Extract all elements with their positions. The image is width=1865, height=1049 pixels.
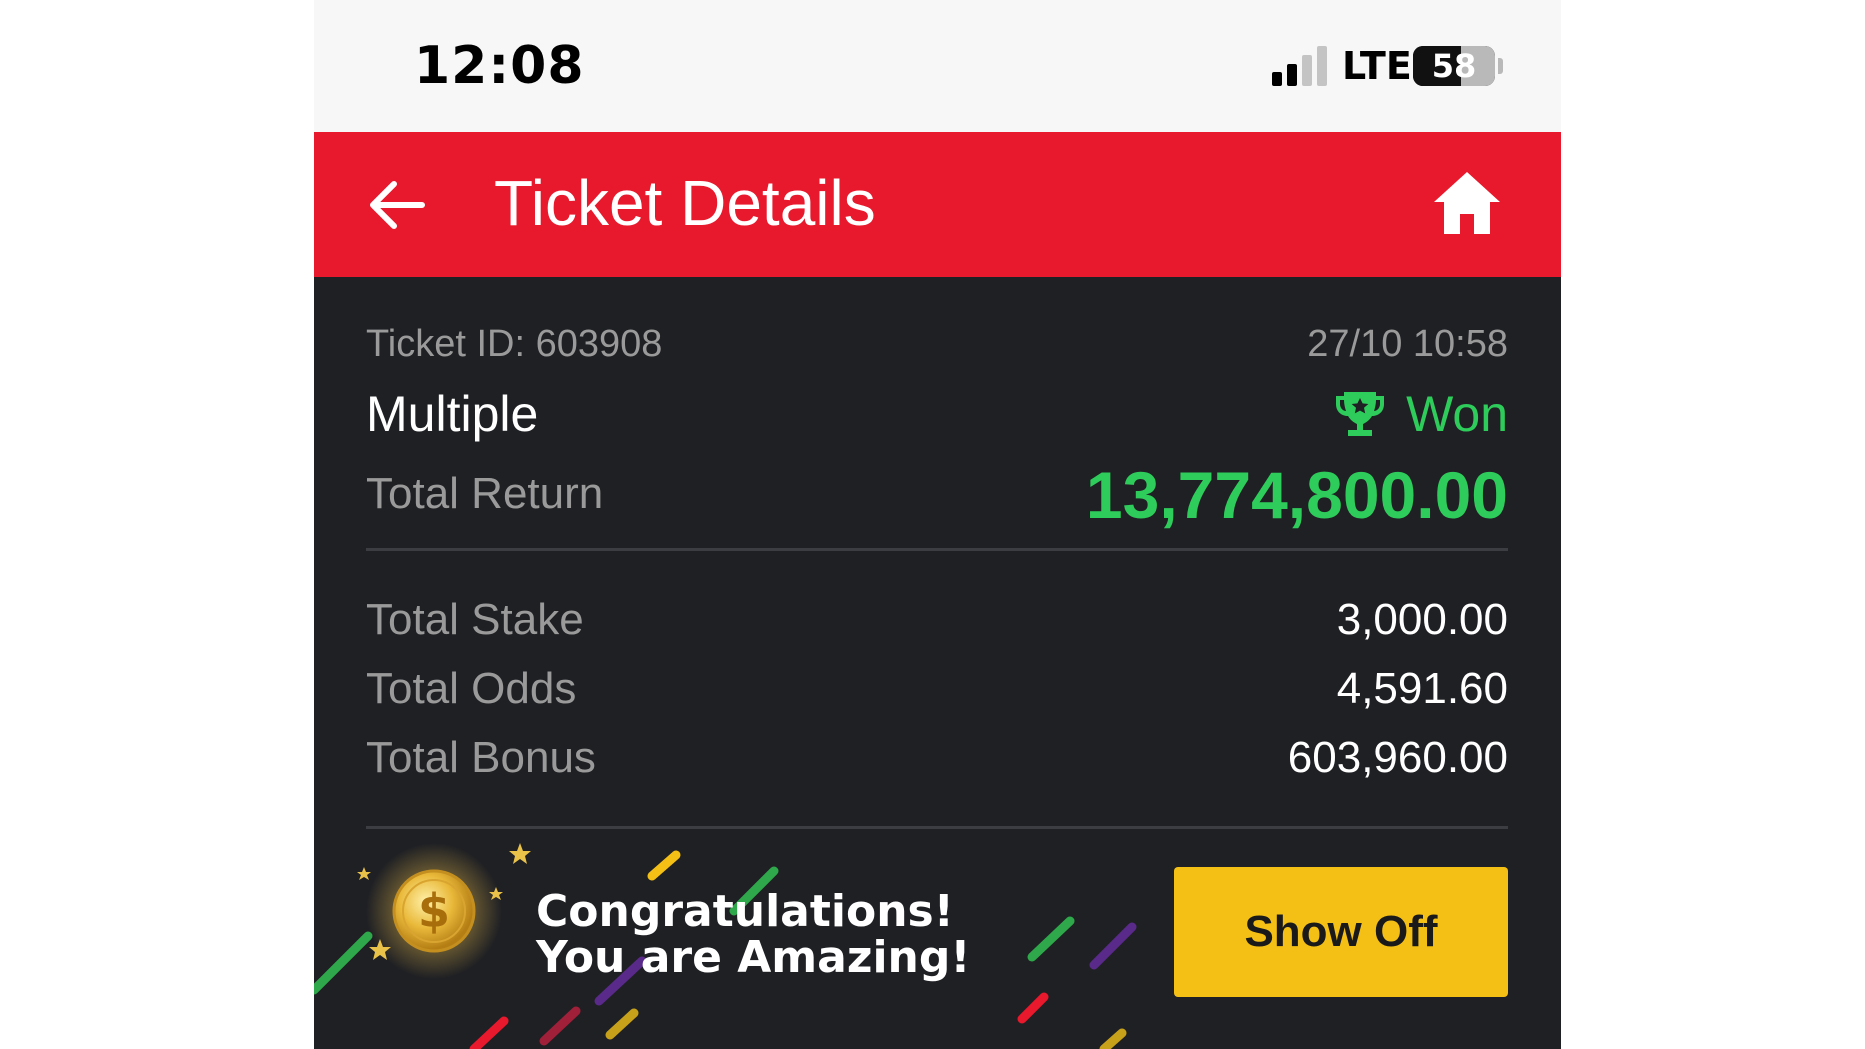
home-icon[interactable] bbox=[1432, 170, 1502, 236]
total-odds-row: Total Odds 4,591.60 bbox=[366, 664, 1508, 720]
ticket-summary: Ticket ID: 603908 27/10 10:58 Multiple W… bbox=[314, 277, 1561, 1049]
total-stake-value: 3,000.00 bbox=[1336, 595, 1508, 644]
congrats-line-2: You are Amazing! bbox=[536, 932, 971, 983]
page-title: Ticket Details bbox=[494, 167, 876, 239]
status-badge: Won bbox=[1334, 385, 1508, 443]
ticket-id: Ticket ID: 603908 bbox=[366, 323, 663, 365]
cellular-signal-icon bbox=[1272, 46, 1327, 86]
ticket-datetime: 27/10 10:58 bbox=[1307, 323, 1508, 365]
total-stake-label: Total Stake bbox=[366, 595, 584, 644]
app-header: Ticket Details bbox=[314, 132, 1561, 277]
show-off-button[interactable]: Show Off bbox=[1174, 867, 1508, 997]
status-text: Won bbox=[1406, 386, 1508, 442]
arrow-left-icon[interactable] bbox=[364, 172, 430, 238]
total-bonus-row: Total Bonus 603,960.00 bbox=[366, 733, 1508, 789]
status-time: 12:08 bbox=[414, 36, 585, 96]
total-bonus-label: Total Bonus bbox=[366, 733, 596, 782]
battery-percentage: 58 bbox=[1431, 47, 1477, 85]
bet-type: Multiple bbox=[366, 386, 539, 442]
total-return-value: 13,774,800.00 bbox=[1085, 458, 1508, 532]
phone-screen: 12:08 LTE 58 Ticket Details Ticket ID: 6… bbox=[314, 0, 1561, 1049]
network-type: LTE bbox=[1342, 44, 1412, 88]
total-bonus-value: 603,960.00 bbox=[1287, 733, 1508, 782]
total-return-label: Total Return bbox=[366, 469, 604, 518]
total-stake-row: Total Stake 3,000.00 bbox=[366, 595, 1508, 651]
svg-text:$: $ bbox=[418, 884, 450, 938]
status-bar: 12:08 LTE 58 bbox=[314, 0, 1561, 132]
congrats-line-1: Congratulations! bbox=[536, 886, 954, 937]
bet-type-row: Multiple Won bbox=[366, 385, 1508, 445]
congrats-text: Congratulations! You are Amazing! bbox=[536, 889, 970, 981]
congratulations-banner: $ Congratulations! You are Amazing! Show… bbox=[314, 829, 1561, 1049]
total-return-row: Total Return 13,774,800.00 bbox=[366, 457, 1508, 537]
battery-icon: 58 bbox=[1413, 46, 1495, 86]
battery-tip bbox=[1498, 58, 1503, 74]
total-odds-label: Total Odds bbox=[366, 664, 577, 713]
trophy-icon bbox=[1336, 392, 1385, 436]
divider bbox=[366, 548, 1508, 551]
ticket-id-row: Ticket ID: 603908 27/10 10:58 bbox=[366, 323, 1508, 373]
total-odds-value: 4,591.60 bbox=[1336, 664, 1508, 713]
